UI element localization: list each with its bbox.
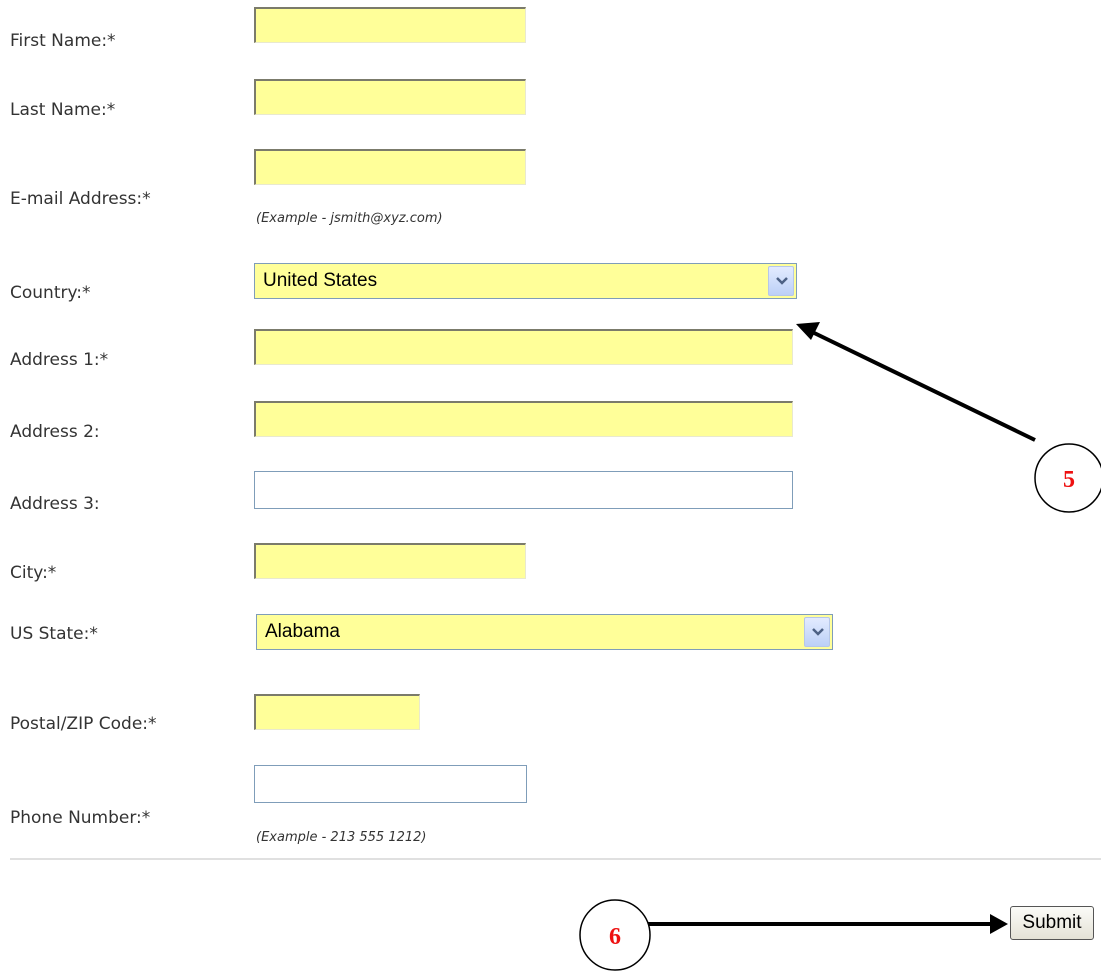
- callout-6-number: 6: [609, 924, 621, 950]
- callout-5-arrowhead: [796, 322, 820, 340]
- annotation-overlay: 5 6: [579, 322, 1101, 971]
- callout-5-number: 5: [1063, 467, 1075, 493]
- callout-6-arrowhead: [990, 914, 1008, 934]
- registration-form: First Name:* Last Name:* E-mail Address:…: [0, 0, 1101, 971]
- callout-5-arrow: [805, 327, 1036, 442]
